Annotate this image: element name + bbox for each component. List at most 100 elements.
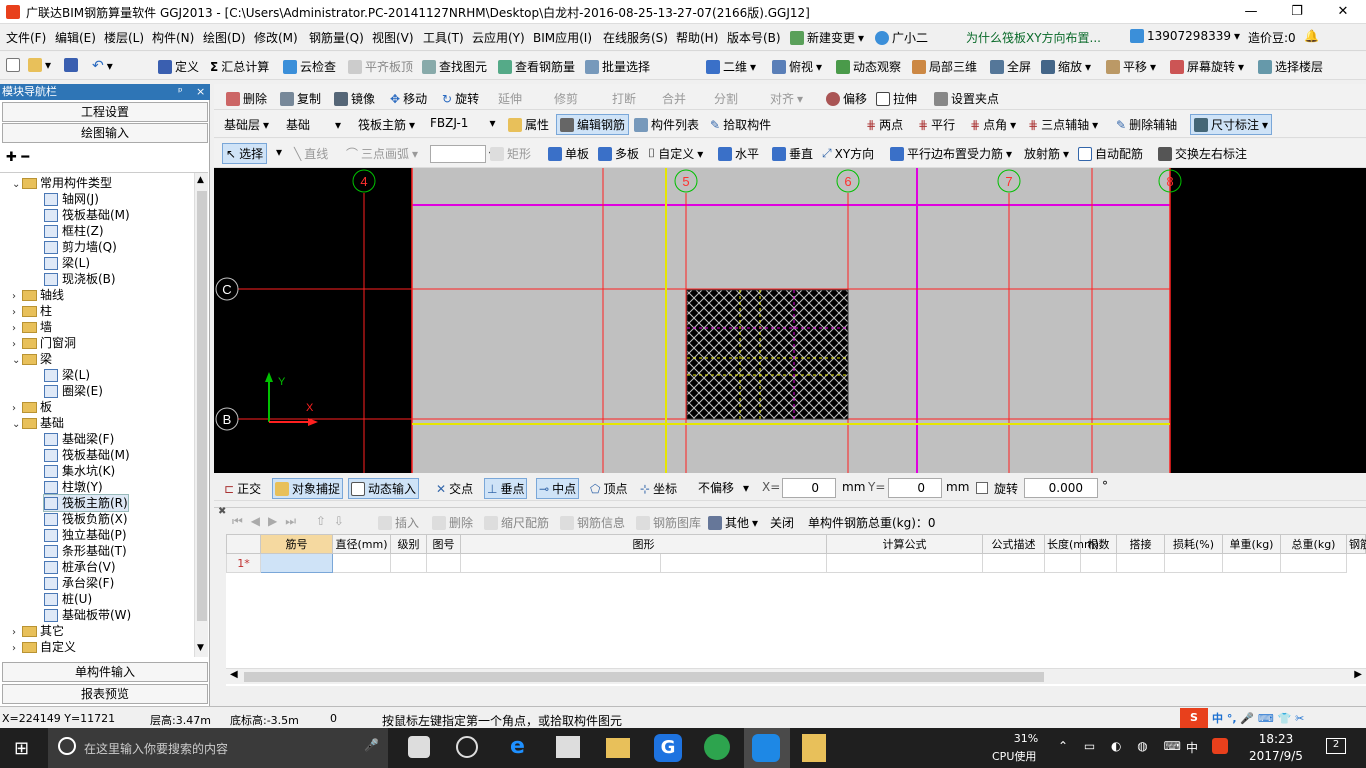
tree-item[interactable]: 筏板负筋(X) <box>44 511 128 527</box>
sogou-ime-icon[interactable]: S <box>1180 708 1208 728</box>
copy-button[interactable]: 复制 <box>280 90 321 107</box>
custom-dropdown[interactable]: ⌷ 自定义 ▾ <box>648 145 703 162</box>
open-file-icon[interactable]: ▾ <box>28 58 51 72</box>
fullscreen-button[interactable]: 全屏 <box>990 58 1031 75</box>
panel-close-icon[interactable]: ✖ <box>218 506 226 517</box>
tree-item[interactable]: 柱墩(Y) <box>44 479 103 495</box>
line-button[interactable]: ╲ 直线 <box>294 145 328 162</box>
collapse-icon[interactable]: ⌄ <box>12 353 22 369</box>
floor-select[interactable]: 基础层 ▾ <box>224 116 269 133</box>
two-point-axis-button[interactable]: ⋕ 两点 <box>866 116 903 133</box>
properties-button[interactable]: 属性 <box>508 116 549 133</box>
search-box[interactable]: 在这里输入你要搜索的内容 🎤 <box>48 728 388 768</box>
view-2d-dropdown[interactable]: 二维 ▾ <box>706 58 756 75</box>
menu-cloud[interactable]: 云应用(Y) <box>472 29 525 46</box>
tree-item[interactable]: 基础板带(W) <box>44 607 131 623</box>
summary-calc-button[interactable]: Σ 汇总计算 <box>210 58 269 75</box>
notification-icon[interactable]: 2 <box>1326 738 1346 754</box>
tree-item[interactable]: › 板 <box>12 399 52 415</box>
cell[interactable] <box>1164 553 1223 573</box>
column-header[interactable]: 图形 <box>460 534 827 554</box>
tree-item[interactable]: 圈梁(E) <box>44 383 103 399</box>
select-dropdown-icon[interactable]: ▾ <box>276 145 282 159</box>
merge-button[interactable]: 合并 <box>662 90 686 107</box>
cell[interactable] <box>460 553 661 573</box>
microphone-icon[interactable]: 🎤 <box>364 738 379 752</box>
column-header[interactable]: 损耗(%) <box>1164 534 1223 554</box>
three-point-axis-dropdown[interactable]: ⋕ 三点辅轴 ▾ <box>1028 116 1098 133</box>
app-icon-swirl[interactable] <box>456 736 478 758</box>
sump-pit[interactable] <box>686 289 849 420</box>
coordinate-snap[interactable]: ⊹ 坐标 <box>640 480 677 497</box>
edge-browser-icon[interactable]: e <box>510 734 525 759</box>
cloud-check-button[interactable]: 云检查 <box>283 58 336 75</box>
select-button[interactable]: ↖ 选择 <box>222 143 268 164</box>
tree-item[interactable]: 轴网(J) <box>44 191 99 207</box>
cell[interactable] <box>390 553 427 573</box>
tree-item[interactable]: 筏板主筋(R) <box>43 494 129 512</box>
tree-item[interactable]: › 其它 <box>12 623 64 639</box>
offset-button[interactable]: 偏移 <box>826 90 867 107</box>
rotate-checkbox[interactable] <box>976 482 988 494</box>
cell-bar-no[interactable] <box>260 553 333 573</box>
minimize-button[interactable]: — <box>1228 0 1274 24</box>
menu-online[interactable]: 在线服务(S) <box>603 29 668 46</box>
tree-item[interactable]: 梁(L) <box>44 255 90 271</box>
delete-aux-axis-button[interactable]: ✎ 删除辅轴 <box>1116 116 1177 133</box>
menu-view[interactable]: 视图(V) <box>372 29 414 46</box>
scale-reinforce-button[interactable]: 缩尺配筋 <box>484 514 549 531</box>
drawing-canvas[interactable]: 4 5 6 7 8 C B Y X <box>214 168 1366 473</box>
midpoint-snap[interactable]: ⊸ 中点 <box>536 478 580 499</box>
menu-draw[interactable]: 绘图(D) <box>203 29 246 46</box>
align-dropdown[interactable]: 对齐 ▾ <box>770 90 803 107</box>
find-element-button[interactable]: 查找图元 <box>422 58 487 75</box>
pin-icon[interactable]: ᵖ <box>178 84 183 100</box>
tree-item[interactable]: ⌄ 梁 <box>12 351 52 367</box>
pan-dropdown[interactable]: 平移 ▾ <box>1106 58 1156 75</box>
pick-component-button[interactable]: ✎ 拾取构件 <box>710 116 771 133</box>
extend-button[interactable]: 延伸 <box>498 90 522 107</box>
break-button[interactable]: 打断 <box>612 90 636 107</box>
delete-button[interactable]: 删除 <box>226 90 267 107</box>
column-header[interactable]: 搭接 <box>1116 534 1165 554</box>
mirror-button[interactable]: 镜像 <box>334 90 375 107</box>
tree-item[interactable]: 桩(U) <box>44 591 92 607</box>
store-icon[interactable] <box>556 736 580 758</box>
nav-close-icon[interactable]: × <box>196 84 205 100</box>
tree-item[interactable]: › 墙 <box>12 319 52 335</box>
save-icon[interactable] <box>64 58 78 72</box>
screen-rotate-dropdown[interactable]: 屏幕旋转 ▾ <box>1170 58 1244 75</box>
new-file-icon[interactable] <box>6 58 20 72</box>
local-3d-button[interactable]: 局部三维 <box>912 58 977 75</box>
bell-icon[interactable]: 🔔 <box>1304 29 1319 43</box>
help-question-link[interactable]: 为什么筏板XY方向布置... <box>966 29 1101 46</box>
column-header[interactable]: 级别 <box>390 534 427 554</box>
cell[interactable] <box>1044 553 1081 573</box>
tree-item[interactable]: › 门窗洞 <box>12 335 76 351</box>
menu-modify[interactable]: 修改(M) <box>254 29 298 46</box>
y-offset-input[interactable]: 0 <box>888 478 942 498</box>
restore-button[interactable]: ❐ <box>1274 0 1320 24</box>
collapse-icon[interactable]: ⌄ <box>12 177 22 193</box>
point-angle-dropdown[interactable]: ⋕ 点角 ▾ <box>970 116 1016 133</box>
object-snap-toggle[interactable]: 对象捕捉 <box>272 478 344 499</box>
tree-item[interactable]: 基础梁(F) <box>44 431 114 447</box>
zoom-dropdown[interactable]: 缩放 ▾ <box>1041 58 1091 75</box>
table-row[interactable]: 1* <box>226 553 1366 573</box>
select-floor-button[interactable]: 选择楼层 <box>1258 58 1323 75</box>
insert-row-button[interactable]: 插入 <box>378 514 419 531</box>
component-name-select[interactable]: FBZJ-1 ▾ <box>430 116 495 130</box>
green-app-icon[interactable] <box>704 734 730 760</box>
dynamic-input-toggle[interactable]: 动态输入 <box>348 478 420 499</box>
tree-item[interactable]: ⌄ 常用构件类型 <box>12 175 112 191</box>
perpendicular-snap[interactable]: ⊥ 垂点 <box>484 478 528 499</box>
delete-row-button[interactable]: 删除 <box>432 514 473 531</box>
split-button[interactable]: 分割 <box>714 90 738 107</box>
cell[interactable] <box>826 553 983 573</box>
record-nav-icons[interactable]: ⏮◀▶⏭ ⇧⇩ <box>232 514 352 529</box>
cell[interactable] <box>982 553 1045 573</box>
batch-select-button[interactable]: 批量选择 <box>585 58 650 75</box>
tree-item[interactable]: 剪力墙(Q) <box>44 239 117 255</box>
menu-file[interactable]: 文件(F) <box>6 29 46 46</box>
tree-item[interactable]: 桩承台(V) <box>44 559 116 575</box>
